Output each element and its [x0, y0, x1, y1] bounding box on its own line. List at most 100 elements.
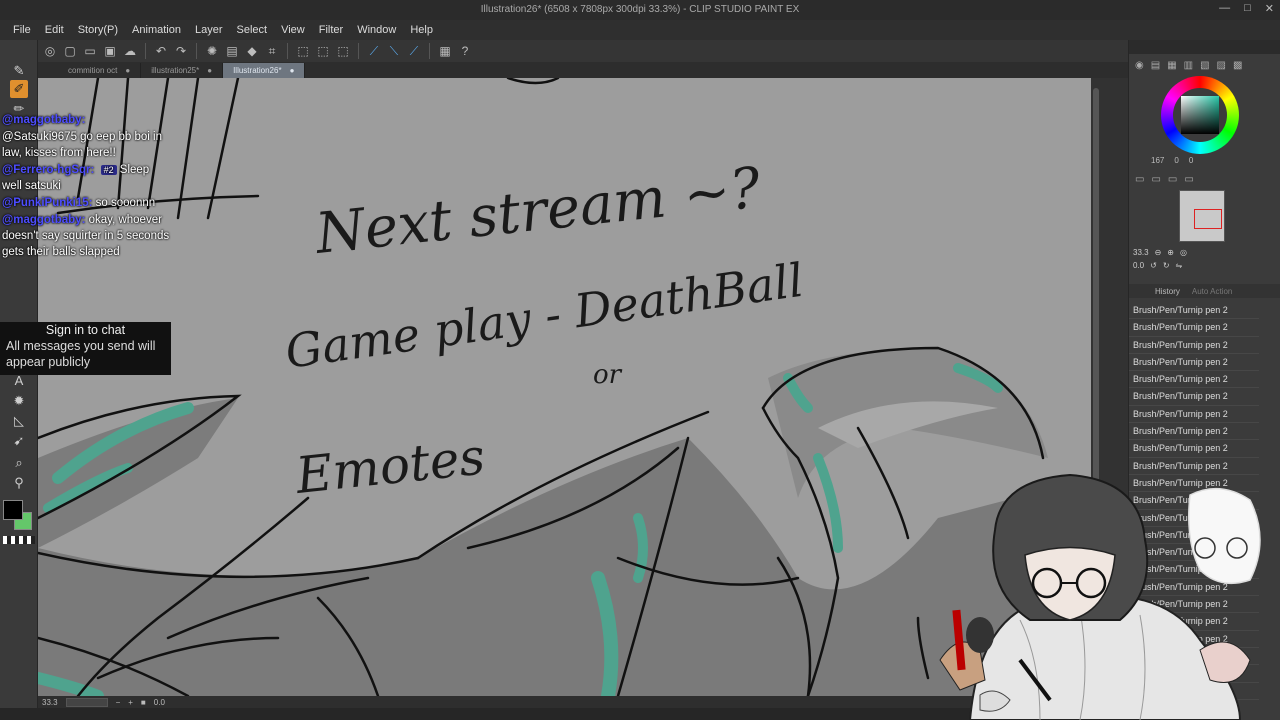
history-item[interactable]: Brush/Pen/Turnip pen 2 [1129, 319, 1259, 337]
tab-illustration25[interactable]: illustration25* ● [141, 63, 224, 78]
saturation-value-square[interactable] [1181, 96, 1219, 134]
special-ruler-snap-icon[interactable]: ⟍ [386, 43, 402, 59]
clear-icon[interactable]: ▤ [224, 43, 240, 59]
approx-color-tab-icon[interactable]: ▧ [1200, 60, 1209, 74]
history-tab[interactable]: History [1155, 287, 1180, 296]
menu-select[interactable]: Select [230, 24, 275, 36]
select-off-icon[interactable]: ⬚ [295, 43, 311, 59]
history-item[interactable]: Brush/Pen/Turnip pen 2 [1129, 371, 1259, 389]
fill-icon[interactable]: ◆ [244, 43, 260, 59]
foreground-color-swatch[interactable] [3, 500, 23, 520]
note-next-stream: Next stream ~? [311, 156, 765, 268]
loading-icon[interactable]: ✺ [204, 43, 220, 59]
menu-animation[interactable]: Animation [125, 24, 188, 36]
close-tab-icon[interactable]: ● [207, 66, 212, 78]
menu-file[interactable]: File [6, 24, 38, 36]
color-slider-tab-icon[interactable]: ▤ [1151, 60, 1160, 74]
history-item[interactable]: Brush/Pen/Turnip pen 2 [1129, 337, 1259, 354]
menu-view[interactable]: View [274, 24, 312, 36]
item-bank-icon[interactable]: ▭ [1168, 174, 1177, 188]
zoom-plus-icon[interactable]: + [128, 698, 133, 707]
layer-property-icon[interactable]: ▭ [1184, 174, 1193, 188]
zoom-minus-icon[interactable]: − [116, 698, 121, 707]
tab-commition-oct[interactable]: commition oct ● [58, 63, 142, 78]
history-item[interactable]: Brush/Pen/Turnip pen 2 [1129, 302, 1259, 320]
color-set-tab-icon[interactable]: ▦ [1167, 60, 1176, 74]
close-tab-icon[interactable]: ● [125, 66, 130, 78]
flip-icon[interactable]: ⇋ [1176, 261, 1183, 270]
history-item[interactable]: Brush/Pen/Turnip pen 2 [1129, 406, 1259, 424]
fit-icon[interactable]: ■ [141, 698, 146, 707]
sub-view-icon[interactable]: ▭ [1151, 174, 1160, 188]
maximize-button[interactable]: □ [1244, 2, 1251, 15]
menu-window[interactable]: Window [350, 24, 403, 36]
zoom-in-icon[interactable]: ⊕ [1167, 248, 1174, 257]
crop-icon[interactable]: ⬚ [315, 43, 331, 59]
transparent-color-swatch[interactable] [3, 536, 35, 544]
rotate-left-icon[interactable]: ↺ [1150, 261, 1157, 270]
new-file-icon[interactable]: ▢ [62, 43, 78, 59]
brush-icon[interactable]: ✐ [10, 80, 28, 98]
menu-filter[interactable]: Filter [312, 24, 350, 36]
minimize-button[interactable]: — [1219, 2, 1230, 15]
open-folder-icon[interactable]: ▭ [82, 43, 98, 59]
pen-icon[interactable]: ✎ [10, 62, 28, 80]
stream-chat: @maggotbaby: @Satsuki9675 go eep bb boi … [0, 112, 172, 327]
navigator-controls: 33.3 ⊖ ⊕ ◎ 0.0 ↺ ↻ ⇋ [1133, 248, 1280, 270]
panel-header [1129, 40, 1280, 54]
color-wheel[interactable] [1161, 76, 1239, 154]
sub-view-tab-icon[interactable]: ▩ [1233, 60, 1242, 74]
grid-snap-icon[interactable]: ⟋ [406, 43, 422, 59]
color-wheel-tab-icon[interactable]: ◉ [1135, 60, 1144, 74]
undo-icon[interactable]: ↶ [153, 43, 169, 59]
navigator-thumbnail[interactable] [1179, 190, 1225, 242]
save-icon[interactable]: ▣ [102, 43, 118, 59]
close-button[interactable]: ✕ [1265, 2, 1274, 15]
clip-studio-icon[interactable]: ◎ [42, 43, 58, 59]
zoom-slider[interactable] [65, 697, 108, 707]
color-panel-tabs: ◉ ▤ ▦ ▥ ▧ ▨ ▩ [1129, 60, 1280, 74]
history-item[interactable]: Brush/Pen/Turnip pen 2 [1129, 354, 1259, 372]
hsv-readout: 167 0 0 [1141, 156, 1279, 165]
color-history-tab-icon[interactable]: ▨ [1217, 60, 1226, 74]
ruler-snap-icon[interactable]: ⟋ [366, 43, 382, 59]
zoom-icon[interactable]: ⌕ [10, 454, 28, 472]
close-tab-icon[interactable]: ● [290, 66, 295, 78]
tab-illustration26[interactable]: Illustration26* ● [223, 63, 306, 78]
settings-icon[interactable]: ▦ [437, 43, 453, 59]
handwritten-notes: Next stream ~? Game play - DeathBall or … [282, 156, 807, 506]
history-item[interactable]: Brush/Pen/Turnip pen 2 [1129, 440, 1259, 458]
operation-icon[interactable]: ➹ [10, 432, 28, 450]
menu-help[interactable]: Help [403, 24, 440, 36]
navigator-tab-icon[interactable]: ▭ [1135, 174, 1144, 188]
intermediate-color-tab-icon[interactable]: ▥ [1184, 60, 1193, 74]
menu-edit[interactable]: Edit [38, 24, 71, 36]
chat-badge: #2 [100, 164, 117, 175]
title-bar: Illustration26* (6508 x 7808px 300dpi 33… [0, 0, 1280, 20]
drawing-canvas[interactable]: Next stream ~? Game play - DeathBall or … [38, 78, 1091, 696]
note-emotes: Emotes [292, 427, 487, 505]
view-frame [1194, 209, 1222, 229]
cloud-upload-icon[interactable]: ☁ [122, 43, 138, 59]
fit-window-icon[interactable]: ◎ [1180, 248, 1187, 257]
transform-icon[interactable]: ⌗ [264, 43, 280, 59]
menu-story[interactable]: Story(P) [71, 24, 125, 36]
auto-action-tab[interactable]: Auto Action [1192, 287, 1232, 296]
angle-readout: 0.0 [153, 697, 165, 707]
history-item[interactable]: Brush/Pen/Turnip pen 2 [1129, 388, 1259, 406]
chat-signin-box[interactable]: Sign in to chat All messages you send wi… [0, 322, 171, 375]
help-icon[interactable]: ? [457, 43, 473, 59]
decoration-icon[interactable]: ✹ [10, 392, 28, 410]
history-item[interactable]: Brush/Pen/Turnip pen 2 [1129, 423, 1259, 441]
rotate-right-icon[interactable]: ↻ [1163, 261, 1170, 270]
invert-icon[interactable]: ⬚ [335, 43, 351, 59]
separator [196, 43, 197, 59]
note-game-play: Game play - DeathBall [282, 253, 807, 379]
figure-icon[interactable]: ◺ [10, 412, 28, 430]
redo-icon[interactable]: ↷ [173, 43, 189, 59]
zoom-out-icon[interactable]: ⊖ [1155, 248, 1162, 257]
eyedropper-icon[interactable]: ⚲ [10, 474, 28, 492]
tab-label: Illustration26* [233, 66, 282, 75]
menu-layer[interactable]: Layer [188, 24, 230, 36]
signin-title[interactable]: Sign in to chat [0, 322, 171, 338]
